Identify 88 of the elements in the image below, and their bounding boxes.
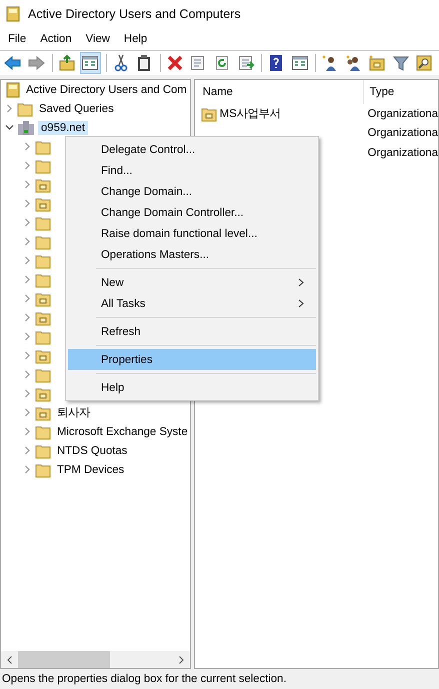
expand-chevron-icon[interactable]: [23, 389, 32, 398]
expand-chevron-icon[interactable]: [23, 427, 32, 436]
folder-icon: [35, 252, 51, 268]
ou-folder-icon: [35, 176, 51, 192]
folder-icon: [35, 214, 51, 230]
window-title: Active Directory Users and Computers: [28, 7, 241, 21]
menu-item[interactable]: Help: [118, 31, 152, 47]
menu-item[interactable]: New: [68, 272, 316, 293]
expand-chevron-icon[interactable]: [23, 370, 32, 379]
folder-icon: [35, 272, 51, 288]
tree-item[interactable]: Microsoft Exchange Syste: [54, 424, 190, 438]
folder-icon: [35, 328, 51, 344]
collapse-chevron-icon[interactable]: [5, 123, 14, 132]
expand-chevron-icon[interactable]: [23, 218, 32, 227]
export-icon: [236, 54, 254, 72]
column-header[interactable]: Name: [194, 80, 364, 104]
expand-chevron-icon[interactable]: [23, 237, 32, 246]
window-icon: [290, 54, 309, 72]
tree-toolbar-button[interactable]: [80, 52, 102, 74]
status-bar: Opens the properties dialog box for the current selection.: [0, 669, 439, 689]
domain-icon: [17, 120, 35, 136]
folder-icon: [368, 54, 386, 72]
menu-item[interactable]: Find...: [68, 160, 316, 181]
forward-arrow-icon: [27, 54, 46, 72]
folder-icon: [35, 424, 51, 440]
ou-folder-icon: [35, 290, 51, 306]
expand-chevron-icon[interactable]: [23, 142, 32, 151]
app-icon: [6, 6, 20, 22]
users-icon: [344, 54, 363, 72]
ou-folder-icon: [35, 386, 51, 402]
expand-chevron-icon[interactable]: [23, 446, 32, 455]
ou-folder-icon: [35, 404, 51, 420]
table-cell-text: Organizationa: [366, 127, 438, 140]
tree-item[interactable]: NTDS Quotas: [54, 444, 130, 458]
expand-chevron-icon[interactable]: [23, 161, 32, 170]
expand-chevron-icon[interactable]: [23, 465, 32, 474]
menu-item[interactable]: All Tasks: [68, 293, 316, 314]
folder-icon: [35, 138, 51, 154]
tree-item[interactable]: o959.net: [38, 120, 88, 134]
search-icon: [415, 54, 434, 72]
scrollbar-thumb[interactable]: [18, 651, 110, 668]
scroll-left-icon[interactable]: [7, 656, 12, 664]
folder-icon: [35, 462, 51, 478]
folder-icon: [17, 100, 33, 116]
ou-folder-icon: [200, 106, 217, 122]
ou-folder-icon: [35, 348, 51, 364]
expand-chevron-icon[interactable]: [5, 104, 14, 113]
menu-item[interactable]: View: [80, 31, 115, 47]
menu-item[interactable]: Operations Masters...: [68, 244, 316, 265]
folder-icon: [35, 442, 51, 458]
column-header[interactable]: Type: [364, 86, 394, 98]
snapin-icon: [5, 82, 21, 98]
menu-item[interactable]: Raise domain functional level...: [68, 223, 316, 244]
tree-item[interactable]: TPM Devices: [54, 462, 128, 476]
folder-icon: [35, 158, 51, 174]
tree-item[interactable]: Active Directory Users and Com: [23, 82, 190, 96]
expand-chevron-icon[interactable]: [23, 408, 32, 417]
expand-chevron-icon[interactable]: [23, 332, 32, 341]
tree-item[interactable]: Saved Queries: [36, 102, 117, 116]
menu-item[interactable]: Properties: [68, 349, 316, 370]
pane-icon: [81, 54, 100, 72]
ou-folder-icon: [35, 310, 51, 326]
menu-item[interactable]: Action: [35, 31, 77, 47]
ou-folder-icon: [35, 196, 51, 212]
folder-icon: [35, 234, 51, 250]
expand-chevron-icon[interactable]: [23, 294, 32, 303]
table-cell-text: Organizationa: [366, 108, 438, 120]
expand-chevron-icon[interactable]: [23, 180, 32, 189]
expand-chevron-icon[interactable]: [23, 351, 32, 360]
back-arrow-icon: [4, 54, 22, 72]
folder-up-icon: [58, 54, 76, 72]
menu-item[interactable]: Change Domain Controller...: [68, 202, 316, 223]
delete-icon: [166, 54, 184, 72]
expand-chevron-icon[interactable]: [23, 313, 32, 322]
menu-item[interactable]: Change Domain...: [68, 181, 316, 202]
expand-chevron-icon[interactable]: [23, 275, 32, 284]
expand-chevron-icon[interactable]: [23, 256, 32, 265]
folder-icon: [35, 366, 51, 382]
menu-item[interactable]: Delegate Control...: [68, 139, 316, 160]
menu-item[interactable]: Help: [68, 377, 316, 398]
menu-item[interactable]: Refresh: [68, 321, 316, 342]
scroll-right-icon[interactable]: [178, 656, 184, 664]
menu-item[interactable]: File: [3, 31, 32, 47]
tree-item[interactable]: 퇴사자: [54, 404, 93, 421]
table-cell-text: Organizationa: [366, 146, 438, 159]
filter-icon: [392, 54, 410, 72]
expand-chevron-icon[interactable]: [23, 199, 32, 208]
list-item-name[interactable]: MS사업부서: [220, 106, 281, 122]
